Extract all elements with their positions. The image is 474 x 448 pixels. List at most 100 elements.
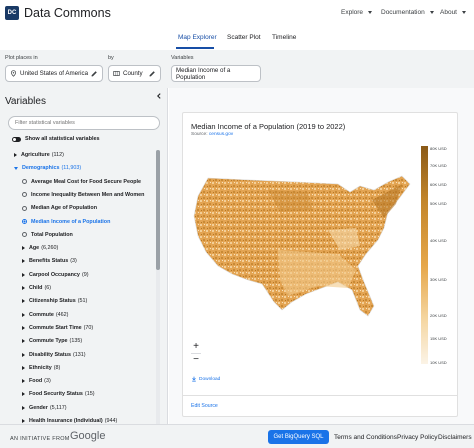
radio-icon bbox=[22, 192, 27, 198]
tree-item[interactable]: Agriculture (112) bbox=[14, 152, 64, 158]
chevron-right-icon bbox=[22, 272, 25, 277]
zoom-in-button[interactable]: + bbox=[190, 341, 202, 353]
chevron-right-icon bbox=[22, 286, 25, 290]
tree-item[interactable]: Food (3) bbox=[22, 378, 51, 384]
download-icon bbox=[192, 376, 196, 382]
place-type-selector[interactable]: County bbox=[108, 65, 161, 82]
tree-item-count: (15) bbox=[84, 391, 95, 398]
legend-label: 20K USD bbox=[430, 313, 447, 318]
google-logo[interactable]: Google bbox=[70, 430, 105, 442]
brand-name[interactable]: Data Commons bbox=[24, 6, 111, 20]
tree-item-label: Total Population bbox=[31, 231, 73, 238]
nav-documentation-label: Documentation bbox=[381, 9, 425, 16]
edit-pencil-icon[interactable] bbox=[148, 70, 156, 78]
active-tab-indicator bbox=[176, 47, 214, 49]
tree-item[interactable]: Commute Type (135) bbox=[22, 338, 82, 344]
tree-item[interactable]: Average Meal Cost for Food Secure People bbox=[22, 179, 141, 185]
legend-label: 50K USD bbox=[430, 201, 447, 206]
tree-item-count: (8) bbox=[53, 364, 61, 371]
nav-about[interactable]: About bbox=[440, 9, 466, 16]
tree-item-label: Disability Status bbox=[29, 351, 71, 358]
explorer-tabs: Map Explorer Scatter Plot Timeline bbox=[0, 26, 474, 50]
chevron-right-icon bbox=[22, 339, 25, 344]
show-all-toggle-row[interactable]: Show all statistical variables bbox=[12, 136, 100, 142]
tree-item-count: (5,117) bbox=[49, 404, 67, 411]
toggle-switch[interactable] bbox=[12, 136, 21, 142]
tree-item[interactable]: Income Inequality Between Men and Women bbox=[22, 192, 144, 198]
tree-item-label: Age bbox=[29, 245, 40, 252]
chevron-right-icon bbox=[22, 392, 25, 397]
chevron-right-icon bbox=[22, 312, 25, 317]
location-pin-icon bbox=[11, 70, 16, 77]
tree-item-count: (6) bbox=[44, 285, 52, 291]
tree-item-count: (462) bbox=[55, 311, 69, 318]
edit-pencil-icon[interactable] bbox=[90, 70, 98, 78]
tree-item-count: (51) bbox=[77, 298, 88, 305]
chevron-right-icon bbox=[22, 405, 25, 410]
tree-item-label: Median Age of Population bbox=[31, 205, 97, 212]
tree-item-label: Child bbox=[29, 285, 43, 291]
bigquery-button[interactable]: Get BigQuery SQL bbox=[268, 430, 329, 444]
tree-item[interactable]: Benefits Status (3) bbox=[22, 258, 77, 264]
tree-item[interactable]: Demographics (11,903) bbox=[14, 165, 81, 171]
tree-item-label: Ethnicity bbox=[29, 364, 52, 371]
variables-title: Variables bbox=[5, 96, 46, 107]
legend-label: 10K USD bbox=[430, 360, 447, 365]
tree-item-count: (3) bbox=[70, 258, 77, 265]
tree-item-label: Gender bbox=[29, 404, 48, 411]
tree-item[interactable]: Commute (462) bbox=[22, 312, 68, 318]
tree-item[interactable]: Commute Start Time (70) bbox=[22, 325, 93, 331]
legend-label: 80K USD bbox=[430, 146, 447, 151]
tab-scatter-plot[interactable]: Scatter Plot bbox=[227, 34, 261, 41]
nav-documentation[interactable]: Documentation bbox=[381, 9, 434, 16]
tree-item-label: Income Inequality Between Men and Women bbox=[31, 191, 145, 198]
tree-item[interactable]: Median Income of a Population bbox=[22, 219, 110, 225]
radio-icon bbox=[22, 179, 27, 185]
initiative-text: AN INITIATIVE FROM bbox=[10, 436, 70, 442]
tree-item[interactable]: Age (6,260) bbox=[22, 245, 58, 251]
chevron-right-icon bbox=[22, 352, 25, 357]
logo-icon[interactable]: DC bbox=[5, 6, 19, 20]
legend-color-scale bbox=[421, 146, 428, 364]
chevron-left-icon[interactable] bbox=[155, 92, 163, 100]
tree-item[interactable]: Food Security Status (15) bbox=[22, 391, 95, 397]
tree-item-label: Citizenship Status bbox=[29, 298, 76, 305]
source-link[interactable]: census.gov bbox=[209, 132, 233, 137]
chevron-down-icon bbox=[368, 11, 373, 14]
tree-item[interactable]: Median Age of Population bbox=[22, 205, 97, 211]
legend-label: 30K USD bbox=[430, 277, 447, 282]
tree-item[interactable]: Child (6) bbox=[22, 285, 51, 291]
tree-item[interactable]: Ethnicity (8) bbox=[22, 365, 60, 371]
tree-item[interactable]: Total Population bbox=[22, 232, 73, 238]
us-county-map[interactable] bbox=[188, 170, 418, 320]
places-selector[interactable]: United States of America bbox=[5, 65, 103, 82]
tree-item[interactable]: Citizenship Status (51) bbox=[22, 298, 87, 304]
chevron-down-icon bbox=[429, 11, 434, 14]
tab-map-explorer[interactable]: Map Explorer bbox=[178, 34, 217, 41]
filter-variables-input[interactable] bbox=[8, 116, 160, 130]
legend-label: 15K USD bbox=[430, 336, 447, 341]
tree-item-label: Carpool Occupancy bbox=[29, 271, 80, 278]
tab-timeline[interactable]: Timeline bbox=[272, 34, 296, 41]
source-prefix: Source: bbox=[191, 132, 208, 137]
chevron-down-icon bbox=[14, 166, 18, 170]
tree-item[interactable]: Gender (5,117) bbox=[22, 405, 67, 411]
top-header: DC Data Commons Explore Documentation Ab… bbox=[0, 0, 474, 26]
disclaimers-link[interactable]: Disclaimers bbox=[438, 434, 472, 441]
terms-link[interactable]: Terms and Conditions bbox=[334, 434, 397, 441]
radio-icon bbox=[22, 219, 27, 224]
edit-source-link[interactable]: Edit Source bbox=[191, 403, 218, 409]
tree-item-count: (70) bbox=[83, 324, 94, 331]
nav-explore[interactable]: Explore bbox=[341, 9, 373, 16]
download-link[interactable]: Download bbox=[191, 376, 220, 382]
tree-item-label: Agriculture bbox=[21, 152, 50, 158]
zoom-out-button[interactable]: − bbox=[190, 354, 202, 366]
variable-chip[interactable]: Median Income of a Population bbox=[171, 65, 261, 82]
privacy-link[interactable]: Privacy Policy bbox=[397, 434, 437, 441]
places-value: United States of America bbox=[20, 70, 89, 77]
tree-item-count: (112) bbox=[51, 152, 64, 158]
scrollbar-thumb[interactable] bbox=[156, 150, 160, 270]
tree-item[interactable]: Disability Status (131) bbox=[22, 352, 86, 358]
download-label: Download bbox=[199, 376, 221, 382]
tree-item[interactable]: Carpool Occupancy (9) bbox=[22, 272, 89, 278]
